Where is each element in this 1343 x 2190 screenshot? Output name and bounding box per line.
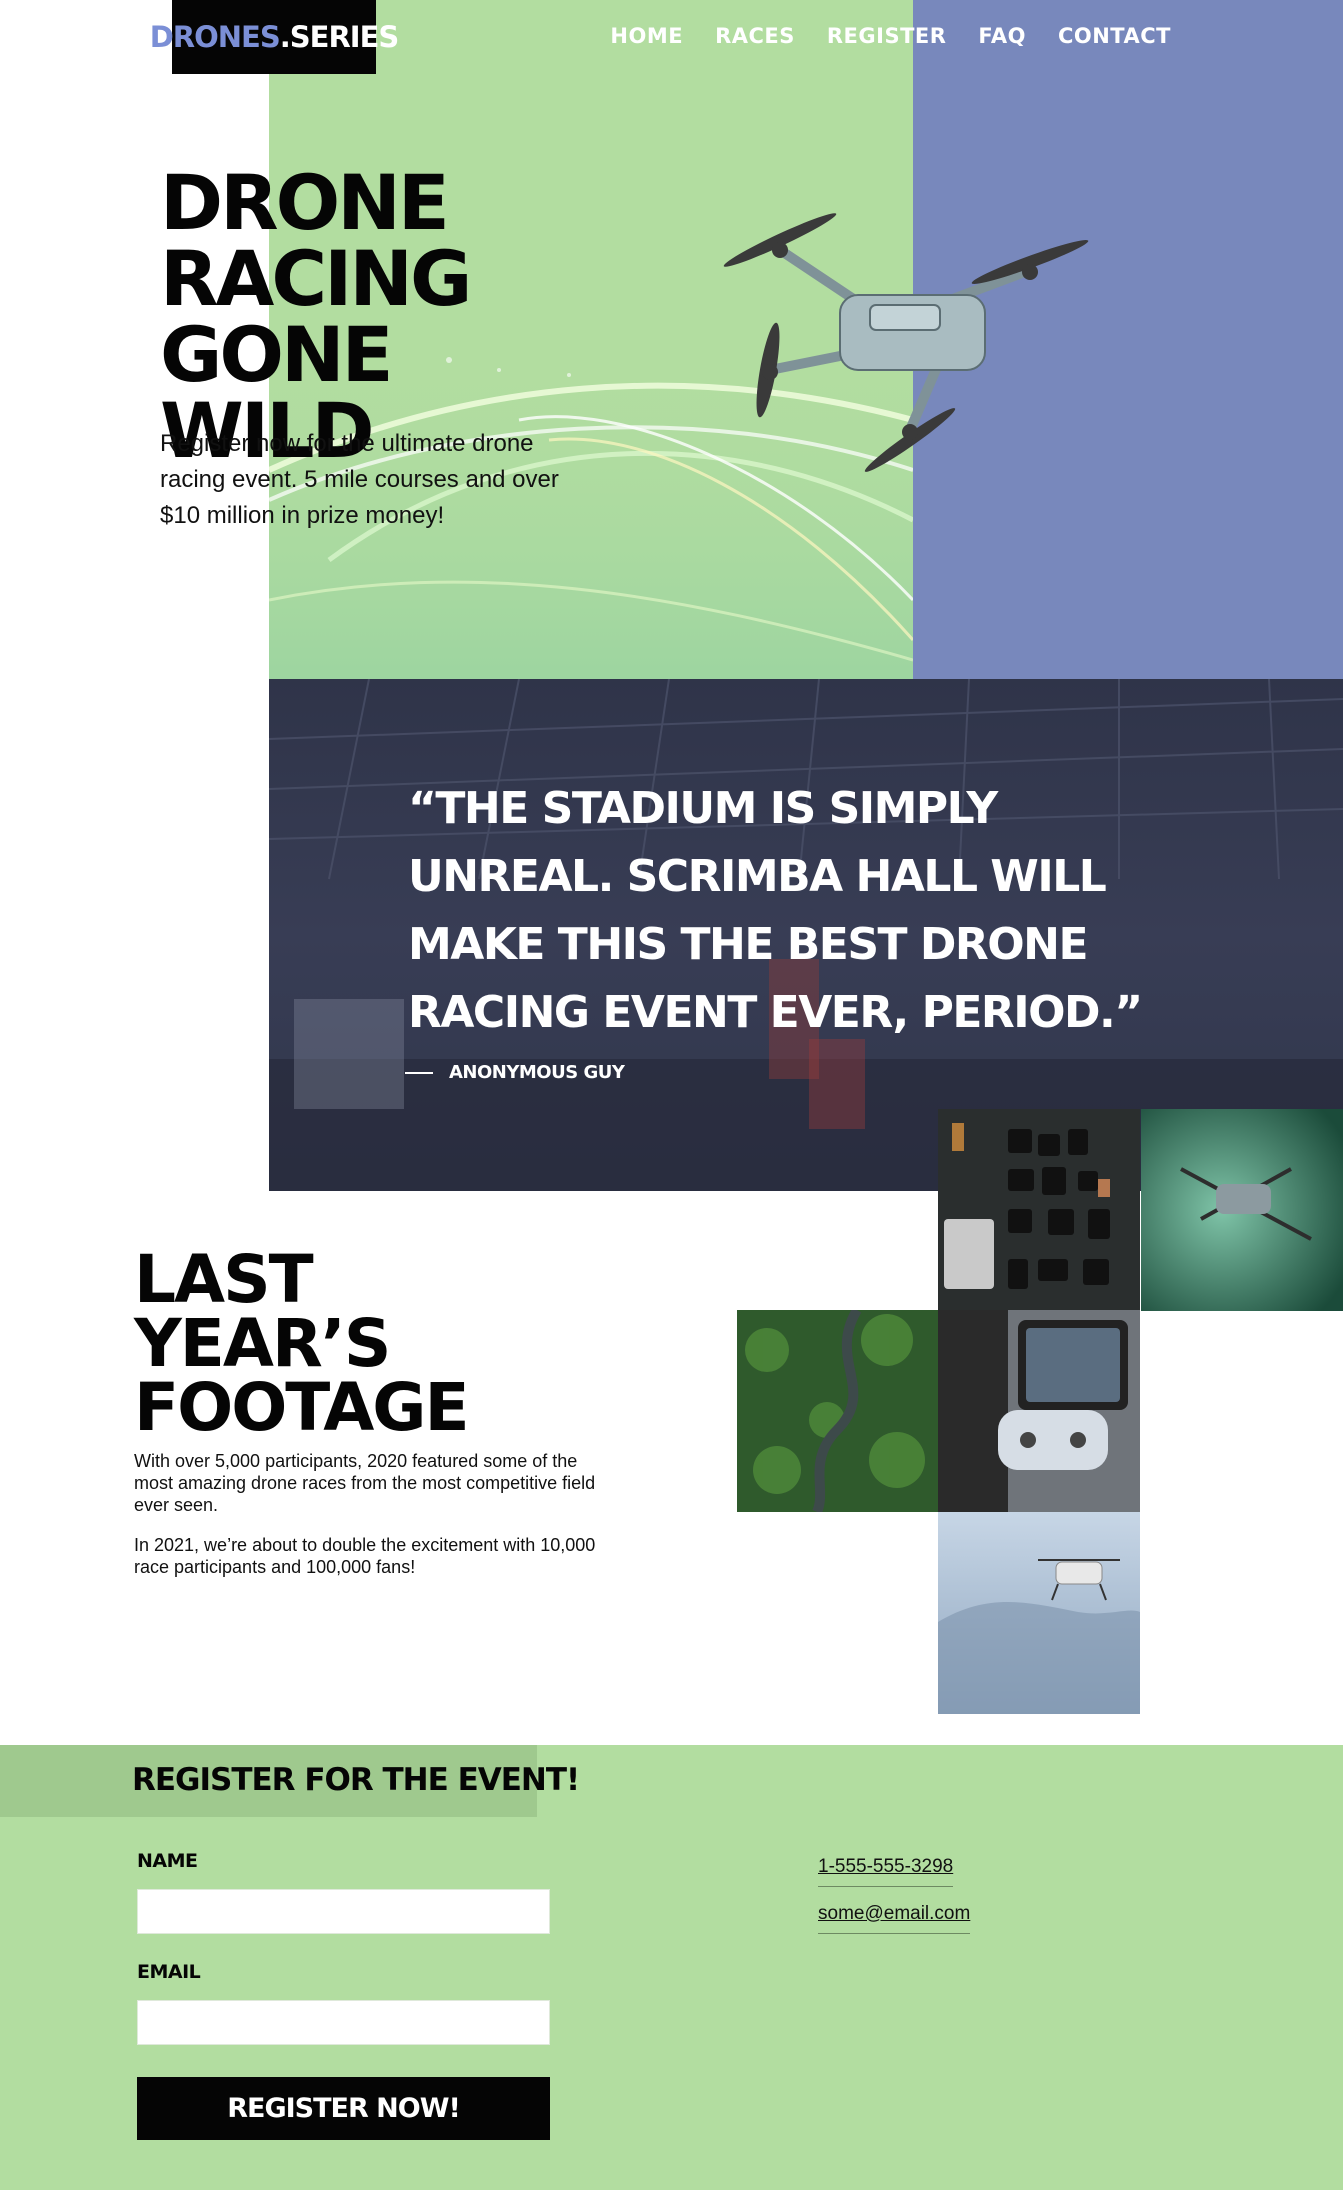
hero-description: Register now for the ultimate drone raci… <box>160 430 559 529</box>
nav-register[interactable]: REGISTER <box>827 24 947 48</box>
gallery-image-controller[interactable] <box>938 1310 1140 1512</box>
footage-paragraph-2: In 2021, we’re about to double the excit… <box>134 1535 596 1577</box>
drone-image <box>723 213 1089 472</box>
register-title: REGISTER FOR THE EVENT! <box>132 1762 580 1798</box>
flying-drone-graphic <box>1141 1109 1343 1311</box>
gallery-image-drone-green[interactable] <box>1141 1109 1343 1311</box>
name-label: NAME <box>137 1850 198 1872</box>
main-nav: HOME RACES REGISTER FAQ CONTACT <box>610 24 1171 48</box>
footage-paragraph-1: With over 5,000 participants, 2020 featu… <box>134 1451 596 1515</box>
logo-part-drones: DRONES <box>149 20 281 54</box>
footage-title-line1: LAST YEAR’S <box>134 1241 391 1382</box>
sky-drone-graphic <box>938 1512 1140 1714</box>
footage-description: With over 5,000 participants, 2020 featu… <box>134 1450 614 1596</box>
footage-title-line2: FOOTAGE <box>134 1369 470 1446</box>
contact-phone-link[interactable]: 1-555-555-3298 <box>818 1856 954 1887</box>
controller-graphic <box>938 1310 1140 1512</box>
nav-races[interactable]: RACES <box>715 24 795 48</box>
footage-title: LAST YEAR’S FOOTAGE <box>134 1247 554 1441</box>
name-input[interactable] <box>137 1889 550 1934</box>
email-input[interactable] <box>137 2000 550 2045</box>
testimonial-author: ANONYMOUS GUY <box>405 1062 625 1083</box>
gallery-image-forest-road[interactable] <box>737 1310 939 1512</box>
nav-contact[interactable]: CONTACT <box>1058 24 1171 48</box>
author-dash <box>405 1071 433 1074</box>
email-label: EMAIL <box>137 1961 201 1983</box>
register-now-button[interactable]: REGISTER NOW! <box>137 2077 550 2140</box>
forest-road-graphic <box>737 1310 939 1512</box>
logo[interactable]: DRONES .SERIES <box>150 0 399 74</box>
testimonial-quote: “THE STADIUM IS SIMPLY UNREAL. SCRIMBA H… <box>408 783 1143 1038</box>
hero-title: DRONE RACING GONE WILD <box>160 165 580 469</box>
gallery-image-gear[interactable] <box>938 1109 1140 1311</box>
nav-home[interactable]: HOME <box>610 24 683 48</box>
gallery-image-drone-sky[interactable] <box>938 1512 1140 1714</box>
hero-title-line2: RACING GONE <box>160 234 472 399</box>
contact-email-link[interactable]: some@email.com <box>818 1903 971 1934</box>
nav-faq[interactable]: FAQ <box>978 24 1026 48</box>
camera-gear-graphic <box>938 1109 1140 1311</box>
author-name: ANONYMOUS GUY <box>449 1062 625 1083</box>
logo-part-series: .SERIES <box>279 20 400 54</box>
